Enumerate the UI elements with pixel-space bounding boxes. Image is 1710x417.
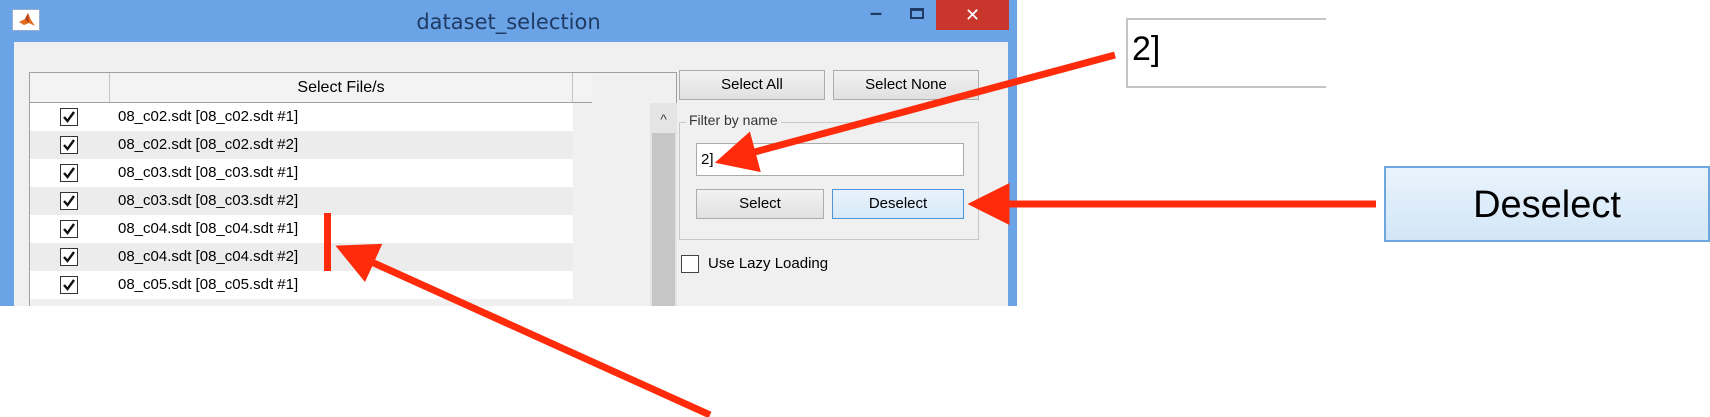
annotation-arrow-rows [335, 243, 712, 417]
annotation-layer [324, 51, 1376, 417]
annotation-arrow-filter [714, 51, 1116, 173]
annotation-bar-rows [324, 213, 331, 271]
